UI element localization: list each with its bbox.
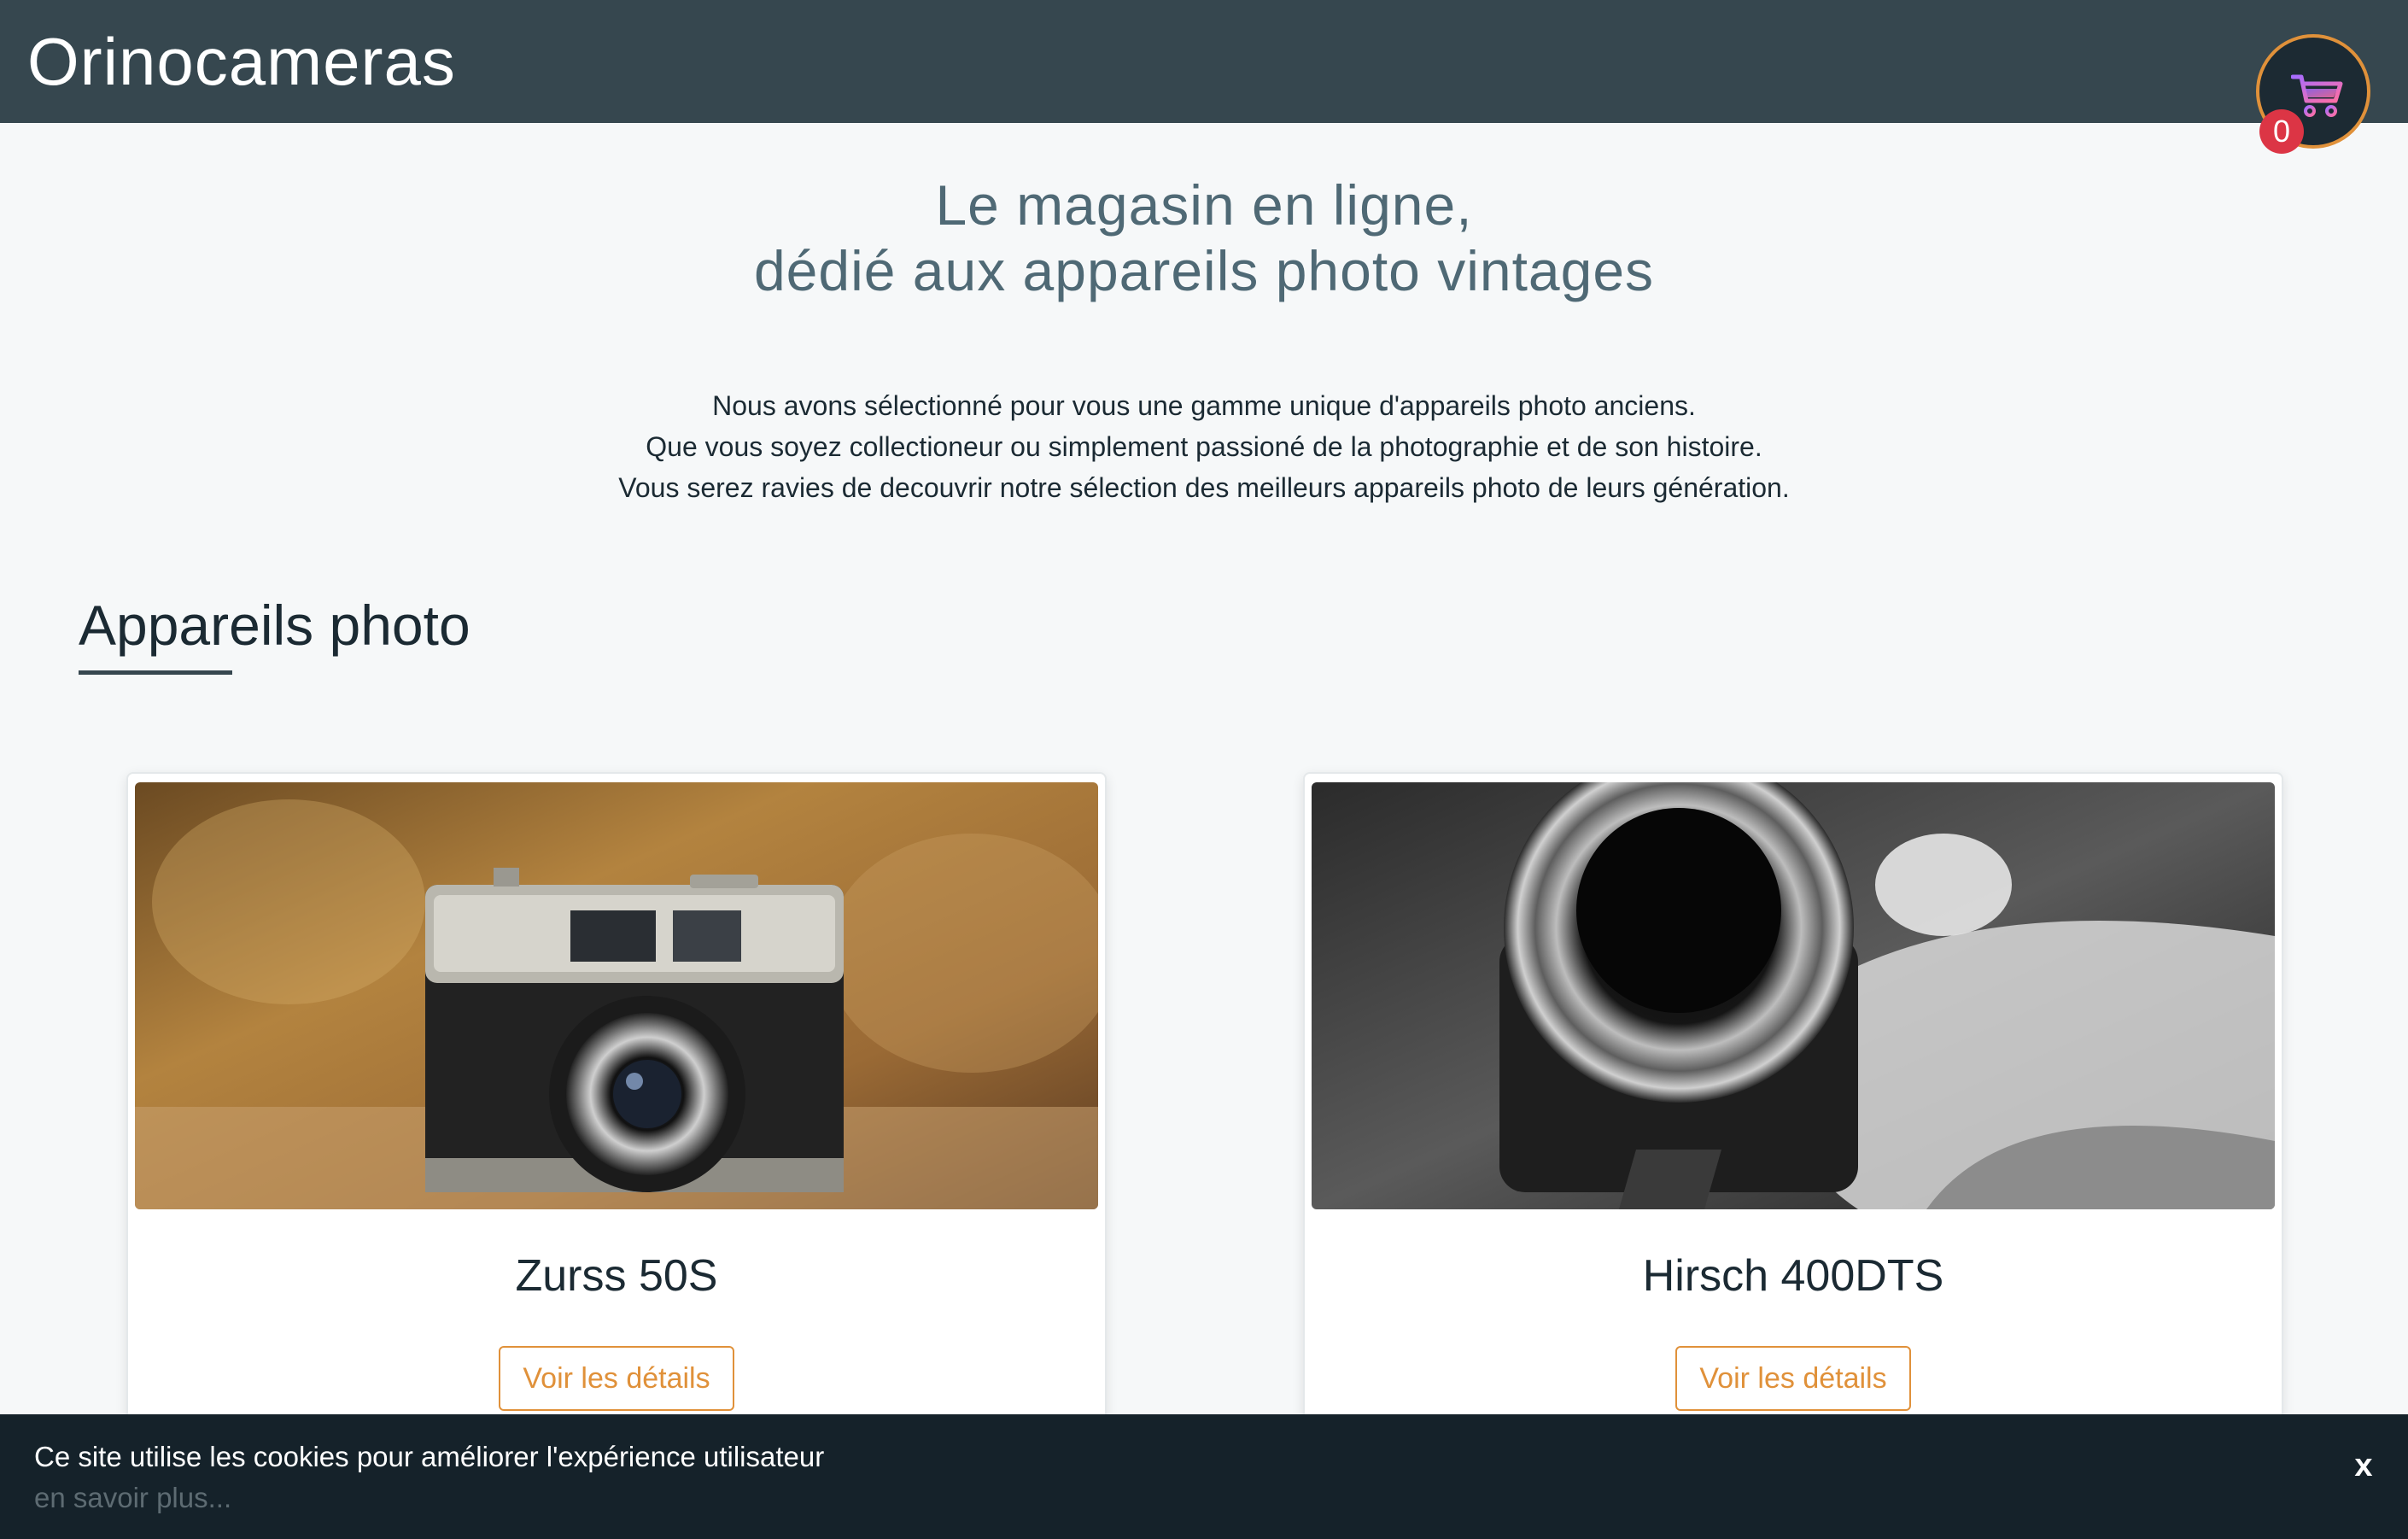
product-card: Zurss 50S Voir les détails	[126, 772, 1107, 1421]
product-name: Zurss 50S	[515, 1251, 718, 1301]
product-image[interactable]	[135, 782, 1098, 1209]
hero-title: Le magasin en ligne, dédié aux appareils…	[0, 173, 2408, 304]
intro-line-2: Que vous soyez collectioneur ou simpleme…	[646, 431, 1762, 462]
cookie-message: Ce site utilise les cookies pour amélior…	[34, 1441, 825, 1472]
cookie-learn-more-link[interactable]: en savoir plus...	[34, 1478, 231, 1519]
cart-button[interactable]: 0	[2256, 34, 2370, 154]
intro-line-3: Vous serez ravies de decouvrir notre sél…	[618, 472, 1790, 503]
view-details-button[interactable]: Voir les détails	[499, 1346, 734, 1411]
cart-count-badge: 0	[2259, 109, 2304, 154]
product-image[interactable]	[1312, 782, 2275, 1209]
cookie-banner: Ce site utilise les cookies pour amélior…	[0, 1414, 2408, 1539]
view-details-button[interactable]: Voir les détails	[1675, 1346, 1911, 1411]
intro-line-1: Nous avons sélectionné pour vous une gam…	[712, 390, 1696, 421]
section-title-underline	[79, 670, 232, 675]
camera-photo-bw	[1312, 782, 2275, 1209]
hero-title-line-1: Le magasin en ligne,	[935, 173, 1473, 237]
product-card: Hirsch 400DTS Voir les détails	[1303, 772, 2283, 1421]
section-title: Appareils photo	[79, 594, 470, 657]
shopping-cart-icon	[2291, 74, 2343, 117]
intro-text: Nous avons sélectionné pour vous une gam…	[0, 385, 2408, 508]
camera-photo-warm	[135, 782, 1098, 1209]
hero-title-line-2: dédié aux appareils photo vintages	[753, 239, 1655, 302]
product-name: Hirsch 400DTS	[1642, 1251, 1944, 1301]
site-header: Orinocameras	[0, 0, 2408, 123]
site-logo[interactable]: Orinocameras	[27, 19, 456, 104]
close-icon[interactable]: x	[2347, 1442, 2381, 1489]
